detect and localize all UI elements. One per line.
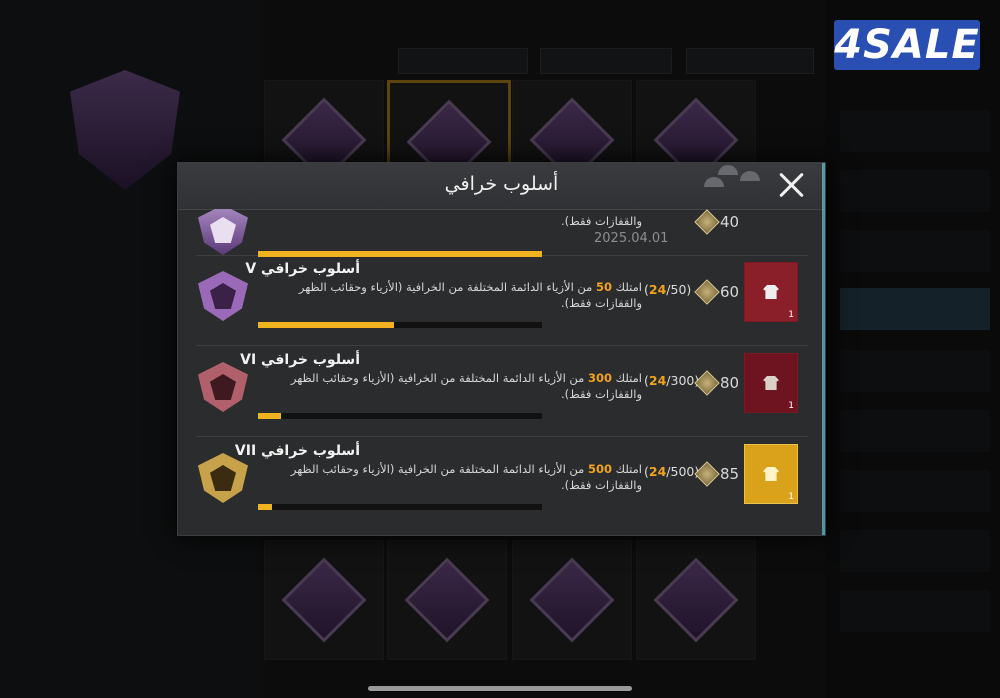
achievement-dialog: أسلوب خرافي والقفازات فقط). 2025.04.01 4…: [177, 162, 826, 536]
progress-bar: [258, 322, 542, 328]
progress-bar: [258, 413, 542, 419]
achievement-description: امتلك 300 من الأزياء الدائمة المختلفة من…: [290, 371, 642, 401]
points: 60: [694, 279, 739, 305]
achievement-description: امتلك 50 من الأزياء الدائمة المختلفة من …: [298, 280, 642, 310]
reward-item[interactable]: 1: [744, 444, 798, 504]
progress-text: (24/500): [644, 464, 700, 479]
background-tile: [387, 540, 507, 660]
progress-bar: [258, 504, 542, 510]
background-tile: [512, 540, 632, 660]
progress-text: (24/50): [644, 282, 692, 297]
completion-date: 2025.04.01: [594, 231, 669, 246]
achievement-row: أسلوب خرافي VII امتلك 500 من الأزياء الد…: [196, 437, 808, 527]
shield-emblem-icon: [198, 271, 248, 321]
achievement-row: أسلوب خرافي V امتلك 50 من الأزياء الدائم…: [196, 255, 808, 346]
reward-item[interactable]: 1: [744, 262, 798, 322]
jacket-icon: [763, 376, 779, 390]
achievement-description: والقفازات فقط).: [561, 214, 642, 228]
achievement-name: أسلوب خرافي VII: [234, 443, 360, 459]
progress-text: (24/300): [644, 373, 700, 388]
watermark-logo: 4SALE: [834, 20, 980, 70]
coin-icon: [694, 370, 720, 396]
points: 40: [694, 209, 739, 235]
background-emblem-icon: [70, 70, 180, 190]
close-icon[interactable]: [775, 169, 807, 201]
shield-emblem-icon: [198, 362, 248, 412]
dialog-header: أسلوب خرافي: [178, 163, 825, 210]
shield-emblem-icon: [198, 453, 248, 503]
home-indicator[interactable]: [368, 686, 632, 691]
achievement-name: أسلوب خرافي VI: [240, 352, 360, 368]
shield-emblem-icon: [198, 209, 248, 255]
background-dropdown: [686, 48, 814, 74]
jacket-icon: [763, 467, 779, 481]
achievement-row-partial: والقفازات فقط). 2025.04.01 40: [196, 209, 808, 257]
background-right-nav: [825, 0, 1000, 698]
reward-item[interactable]: 1: [744, 353, 798, 413]
achievement-row: أسلوب خرافي VI امتلك 300 من الأزياء الدا…: [196, 346, 808, 437]
background-dropdown: [398, 48, 528, 74]
points: 85: [694, 461, 739, 487]
coin-icon: [694, 279, 720, 305]
achievement-description: امتلك 500 من الأزياء الدائمة المختلفة من…: [290, 462, 642, 492]
achievement-name: أسلوب خرافي V: [245, 261, 360, 277]
coin-icon: [694, 209, 720, 235]
achievement-list[interactable]: والقفازات فقط). 2025.04.01 40 أسلوب خراف…: [196, 209, 808, 535]
background-tile: [264, 540, 384, 660]
coin-icon: [694, 461, 720, 487]
background-tile: [636, 540, 756, 660]
jacket-icon: [763, 285, 779, 299]
points: 80: [694, 370, 739, 396]
background-dropdown: [540, 48, 672, 74]
dialog-edge-highlight: [822, 163, 825, 535]
dialog-title: أسلوب خرافي: [444, 173, 559, 195]
